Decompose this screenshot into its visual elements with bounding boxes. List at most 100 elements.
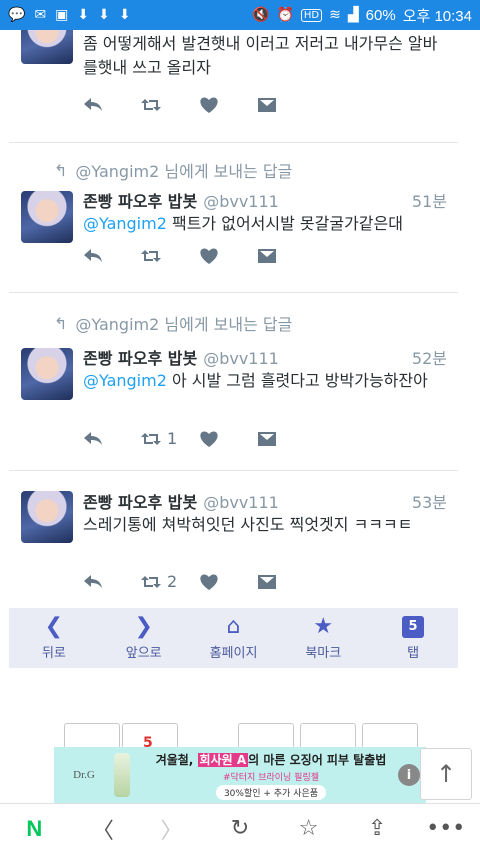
tweet-text: 좀 어떻게해서 발견햇내 이러고 저러고 내가무슨 알바를햇내 쓰고 올리자	[83, 34, 438, 77]
heart-icon	[200, 431, 218, 447]
dm-button[interactable]	[257, 96, 315, 114]
avatar[interactable]	[21, 191, 73, 243]
like-button[interactable]	[199, 96, 257, 114]
back-nav-button[interactable]: ❮ 뒤로	[9, 608, 99, 668]
refresh-icon: ↻	[230, 816, 250, 841]
tweet-actions	[83, 96, 315, 114]
like-button[interactable]	[199, 247, 257, 265]
bookmark-nav-button[interactable]: ★ 북마크	[278, 608, 368, 668]
ad-offer: 30%할인 + 추가 사은품	[215, 784, 327, 800]
avatar[interactable]	[21, 348, 73, 400]
dm-button[interactable]	[257, 430, 315, 448]
forward-label: 앞으로	[125, 645, 162, 661]
reply-context-icon: ↰	[54, 160, 68, 180]
tweet-header: 존빵 파오후 밥봇 @bvv111 52분	[83, 345, 447, 369]
tweet[interactable]: 존빵 파오후 밥봇 @bvv111 53분 스레기통에 쳐박혀잇던 사진도 찍엇…	[9, 471, 458, 608]
retweet-icon	[141, 250, 161, 262]
app-toolbar: N 〈 〉 ↻ ☆ ⇪ •••	[0, 803, 480, 853]
like-button[interactable]	[199, 573, 257, 591]
chevron-right-icon: ❯	[134, 613, 153, 639]
timeline: 좀 어떻게해서 발견햇내 이러고 저러고 내가무슨 알바를햇내 쓰고 올리자 ↰…	[9, 30, 458, 608]
ad-logo: Dr.G	[73, 769, 95, 781]
retweet-button[interactable]: 2	[141, 572, 199, 591]
tweet-header: 존빵 파오후 밥봇 @bvv111 51분	[83, 188, 447, 212]
retweet-icon	[141, 432, 161, 445]
download-icon: ⬇	[118, 7, 131, 23]
retweet-icon	[141, 99, 161, 111]
reply-icon	[84, 249, 102, 262]
tabs-label: 탭	[407, 645, 420, 661]
tweet-actions	[83, 247, 315, 265]
chevron-left-icon: ❮	[44, 613, 64, 639]
envelope-icon	[258, 98, 276, 112]
reply-context-text[interactable]: @Yangim2 님에게 보내는 답글	[75, 311, 292, 335]
web-navigation-bar: ❮ 뒤로 ❯ 앞으로 ⌂ 홈페이지 ★ 북마크 5 탭	[9, 608, 458, 668]
avatar[interactable]	[21, 491, 73, 543]
mute-icon: 🔇	[252, 7, 270, 23]
avatar[interactable]	[21, 30, 73, 64]
tweet-text: 스레기통에 쳐박혀잇던 사진도 찍엇겟지 ㅋㅋㅋㅌ	[83, 515, 413, 534]
clock: 오후 10:34	[402, 7, 472, 25]
chat-icon: 💬	[8, 7, 26, 23]
more-icon: •••	[426, 816, 466, 841]
mention-link[interactable]: @Yangim2	[83, 214, 167, 233]
tabs-nav-button[interactable]: 5 탭	[368, 608, 458, 668]
reply-button[interactable]	[83, 573, 141, 591]
heart-icon	[200, 574, 218, 590]
ad-info-button[interactable]: i	[398, 764, 420, 786]
screen-name[interactable]: @bvv111	[203, 349, 279, 368]
tweet-body: 팩트가 없어서시발 못갈굴가같은대	[166, 214, 403, 233]
back-button[interactable]: 〈	[69, 813, 138, 845]
dm-button[interactable]	[257, 247, 315, 265]
forward-button[interactable]: 〉	[137, 813, 206, 845]
ad-headline: 겨울철, 회사원 A의 마른 오징어 피부 탈출법	[155, 752, 387, 767]
naver-logo-icon: N	[26, 815, 43, 841]
retweet-count: 1	[167, 429, 178, 448]
like-button[interactable]	[199, 430, 257, 448]
more-button[interactable]: •••	[411, 816, 480, 841]
display-name[interactable]: 존빵 파오후 밥봇	[83, 489, 197, 513]
reply-context-text[interactable]: @Yangim2 님에게 보내는 답글	[75, 158, 292, 182]
refresh-button[interactable]: ↻	[206, 816, 275, 841]
retweet-button[interactable]: 1	[141, 429, 199, 448]
tab-count-icon: 5	[402, 615, 425, 638]
timestamp[interactable]: 51분	[412, 188, 447, 212]
naver-home-button[interactable]: N	[0, 816, 69, 842]
signal-icon: ▟	[347, 7, 359, 23]
tweet[interactable]: 좀 어떻게해서 발견햇내 이러고 저러고 내가무슨 알바를햇내 쓰고 올리자	[9, 30, 458, 143]
screen-name[interactable]: @bvv111	[203, 192, 279, 211]
reply-button[interactable]	[83, 247, 141, 265]
dm-button[interactable]	[257, 573, 315, 591]
display-name[interactable]: 존빵 파오후 밥봇	[83, 345, 197, 369]
chevron-right-icon: 〉	[160, 818, 183, 844]
ad-subline: #닥터지 브라이닝 필링젤	[222, 772, 320, 783]
share-button[interactable]: ⇪	[343, 816, 412, 841]
forward-nav-button[interactable]: ❯ 앞으로	[99, 608, 189, 668]
tweet[interactable]: ↰ @Yangim2 님에게 보내는 답글 존빵 파오후 밥봇 @bvv111 …	[9, 143, 458, 293]
ad-banner[interactable]: Dr.G 겨울철, 회사원 A의 마른 오징어 피부 탈출법 #닥터지 브라이닝…	[54, 747, 426, 803]
battery-level: 60%	[365, 6, 396, 24]
reply-button[interactable]	[83, 430, 141, 448]
retweet-button[interactable]	[141, 247, 199, 265]
timestamp[interactable]: 52분	[412, 345, 447, 369]
ad-copy: 겨울철, 회사원 A의 마른 오징어 피부 탈출법 #닥터지 브라이닝 필링젤 …	[144, 751, 398, 800]
mention-link[interactable]: @Yangim2	[83, 371, 167, 390]
bookmark-icon: ★	[313, 613, 334, 639]
wifi-icon: ≋	[329, 7, 341, 23]
reply-icon	[84, 574, 102, 588]
timestamp[interactable]: 53분	[412, 489, 447, 513]
tweet[interactable]: ↰ @Yangim2 님에게 보내는 답글 존빵 파오후 밥봇 @bvv111 …	[9, 293, 458, 471]
heart-icon	[200, 97, 218, 113]
reply-icon	[84, 431, 102, 445]
bookmark-label: 북마크	[305, 645, 342, 661]
retweet-button[interactable]	[141, 96, 199, 114]
hidden-toolbar-strip: 5	[0, 668, 480, 753]
favorite-button[interactable]: ☆	[274, 816, 343, 841]
display-name[interactable]: 존빵 파오후 밥봇	[83, 188, 197, 212]
reply-button[interactable]	[83, 96, 141, 114]
scroll-to-top-button[interactable]: ↑	[420, 748, 472, 800]
screen-name[interactable]: @bvv111	[203, 493, 279, 512]
download-icon: ⬇	[77, 7, 90, 23]
home-nav-button[interactable]: ⌂ 홈페이지	[189, 608, 279, 668]
retweet-icon	[141, 575, 161, 588]
